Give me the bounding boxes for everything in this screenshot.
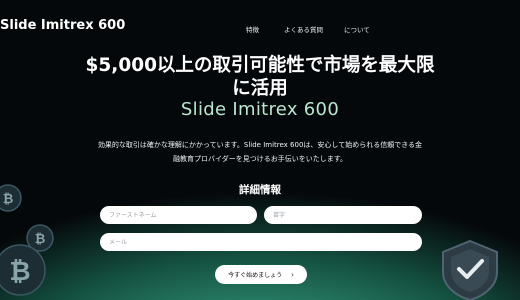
hero-headline-line1: $5,000以上の取引可能性で市場を最大限 [85,55,435,76]
svg-text:₿: ₿ [35,232,46,247]
nav-link-features[interactable]: 特徴 [246,24,259,34]
submit-button-label: 今すぐ始めましょう [228,272,283,279]
email-input[interactable] [100,233,422,251]
site-header: Slide Imitrex 600 特徴 よくある質問 について [0,0,520,52]
hero-brand-name: Slide Imitrex 600 [180,99,340,120]
last-name-input[interactable] [264,206,422,224]
site-logo[interactable]: Slide Imitrex 600 [0,18,125,33]
first-name-input[interactable] [100,206,257,224]
nav-link-faq[interactable]: よくある質問 [284,24,323,34]
shield-check-icon [442,239,498,300]
submit-button[interactable]: 今すぐ始めましょう › [215,265,307,284]
hero-headline-line2: に活用 [232,78,288,99]
svg-text:₿: ₿ [3,192,14,207]
hero-description-line1: 効果的な取引は確かな理解にかかっています。Slide Imitrex 600は、… [97,141,423,149]
chevron-right-icon: › [291,270,294,279]
bitcoin-coins-icon: ₿ ₿ ₿ [0,184,54,296]
hero-description-line2: 融教育プロバイダーを見つけるお手伝いをいたします。 [172,155,348,163]
svg-text:₿: ₿ [9,257,30,287]
nav-link-about[interactable]: について [344,24,370,34]
